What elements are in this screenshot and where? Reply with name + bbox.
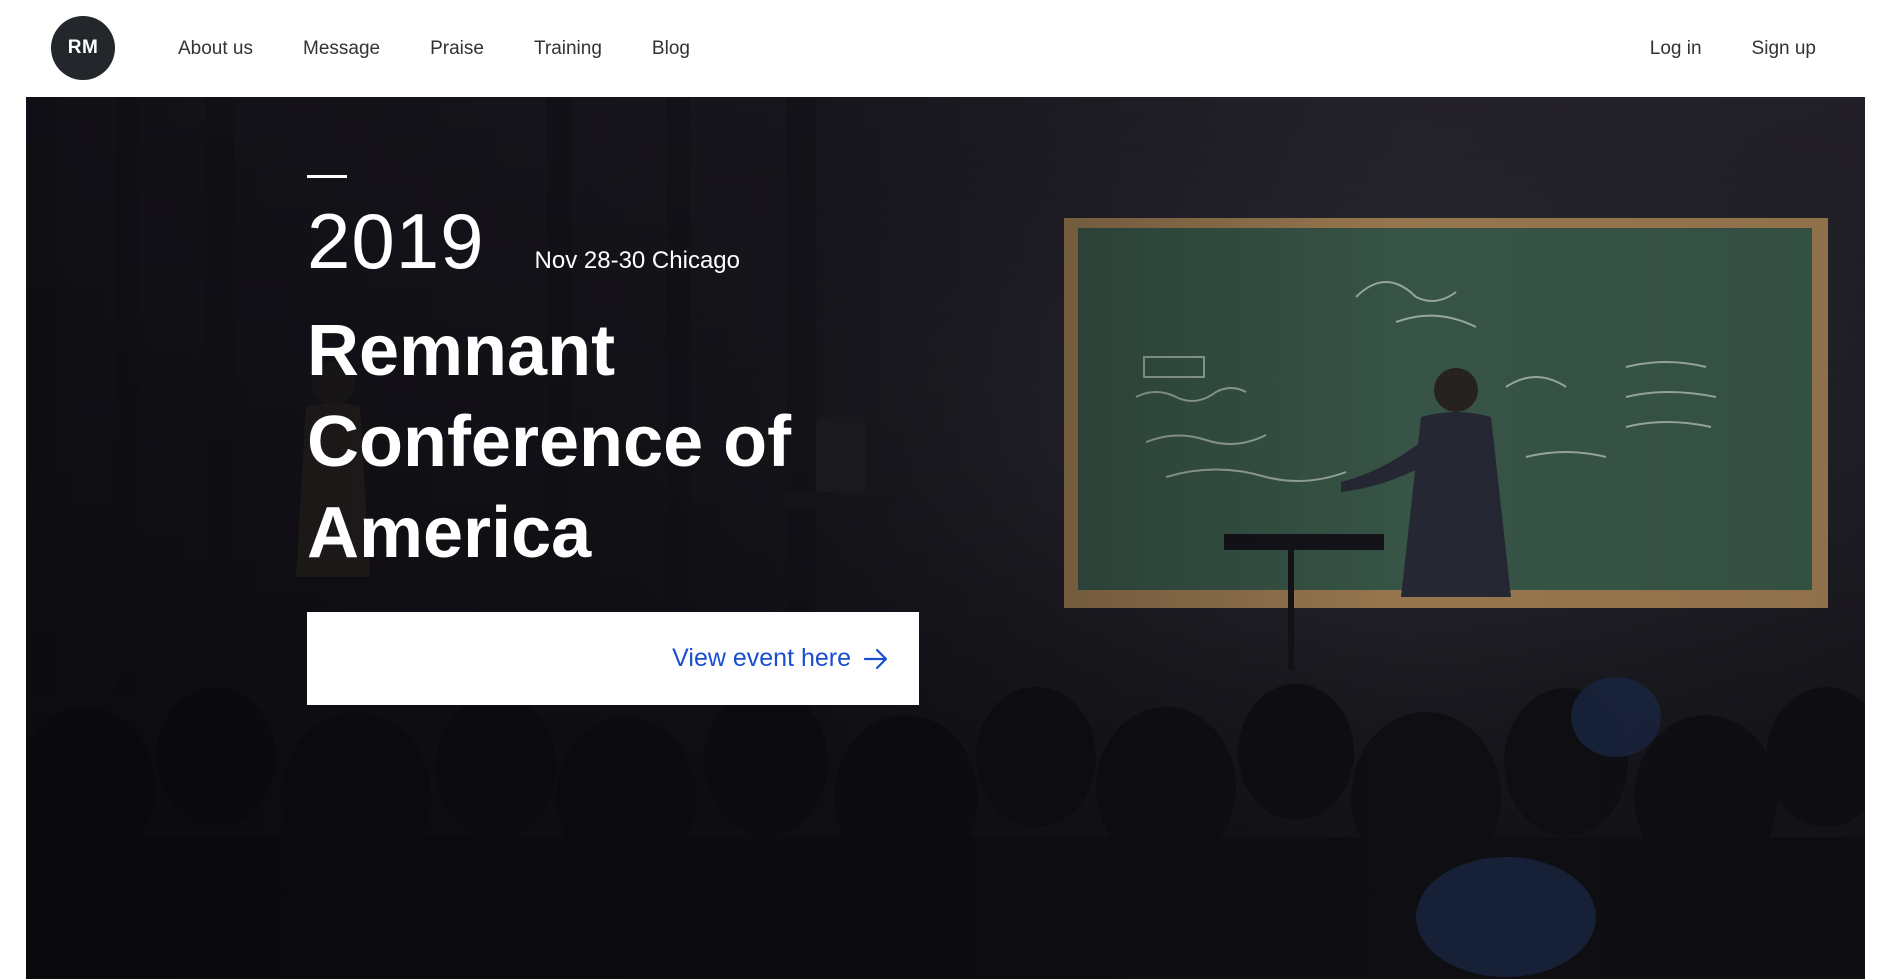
view-event-button[interactable]: View event here bbox=[307, 612, 919, 705]
account-nav: Log in Sign up bbox=[1650, 0, 1816, 97]
event-date-location: Nov 28-30 Chicago bbox=[534, 247, 740, 274]
nav-blog[interactable]: Blog bbox=[652, 38, 690, 60]
nav-message[interactable]: Message bbox=[303, 38, 380, 60]
signup-link[interactable]: Sign up bbox=[1752, 38, 1816, 60]
view-event-label: View event here bbox=[672, 644, 851, 672]
arrow-right-icon bbox=[863, 648, 888, 669]
event-meta: 2019 Nov 28-30 Chicago bbox=[307, 202, 1007, 280]
login-link[interactable]: Log in bbox=[1650, 38, 1702, 60]
event-title: Remnant Conference of America bbox=[307, 311, 792, 573]
hero-text-block: 2019 Nov 28-30 Chicago Remnant Conferenc… bbox=[307, 175, 1007, 627]
accent-dash bbox=[307, 175, 347, 178]
top-navigation-bar: RM About us Message Praise Training Blog… bbox=[0, 0, 1890, 97]
nav-about-us[interactable]: About us bbox=[178, 38, 253, 60]
nav-training[interactable]: Training bbox=[534, 38, 602, 60]
event-year: 2019 bbox=[307, 197, 485, 285]
nav-praise[interactable]: Praise bbox=[430, 38, 484, 60]
logo-home-link[interactable]: RM bbox=[51, 16, 115, 80]
primary-nav: About us Message Praise Training Blog bbox=[178, 0, 690, 97]
